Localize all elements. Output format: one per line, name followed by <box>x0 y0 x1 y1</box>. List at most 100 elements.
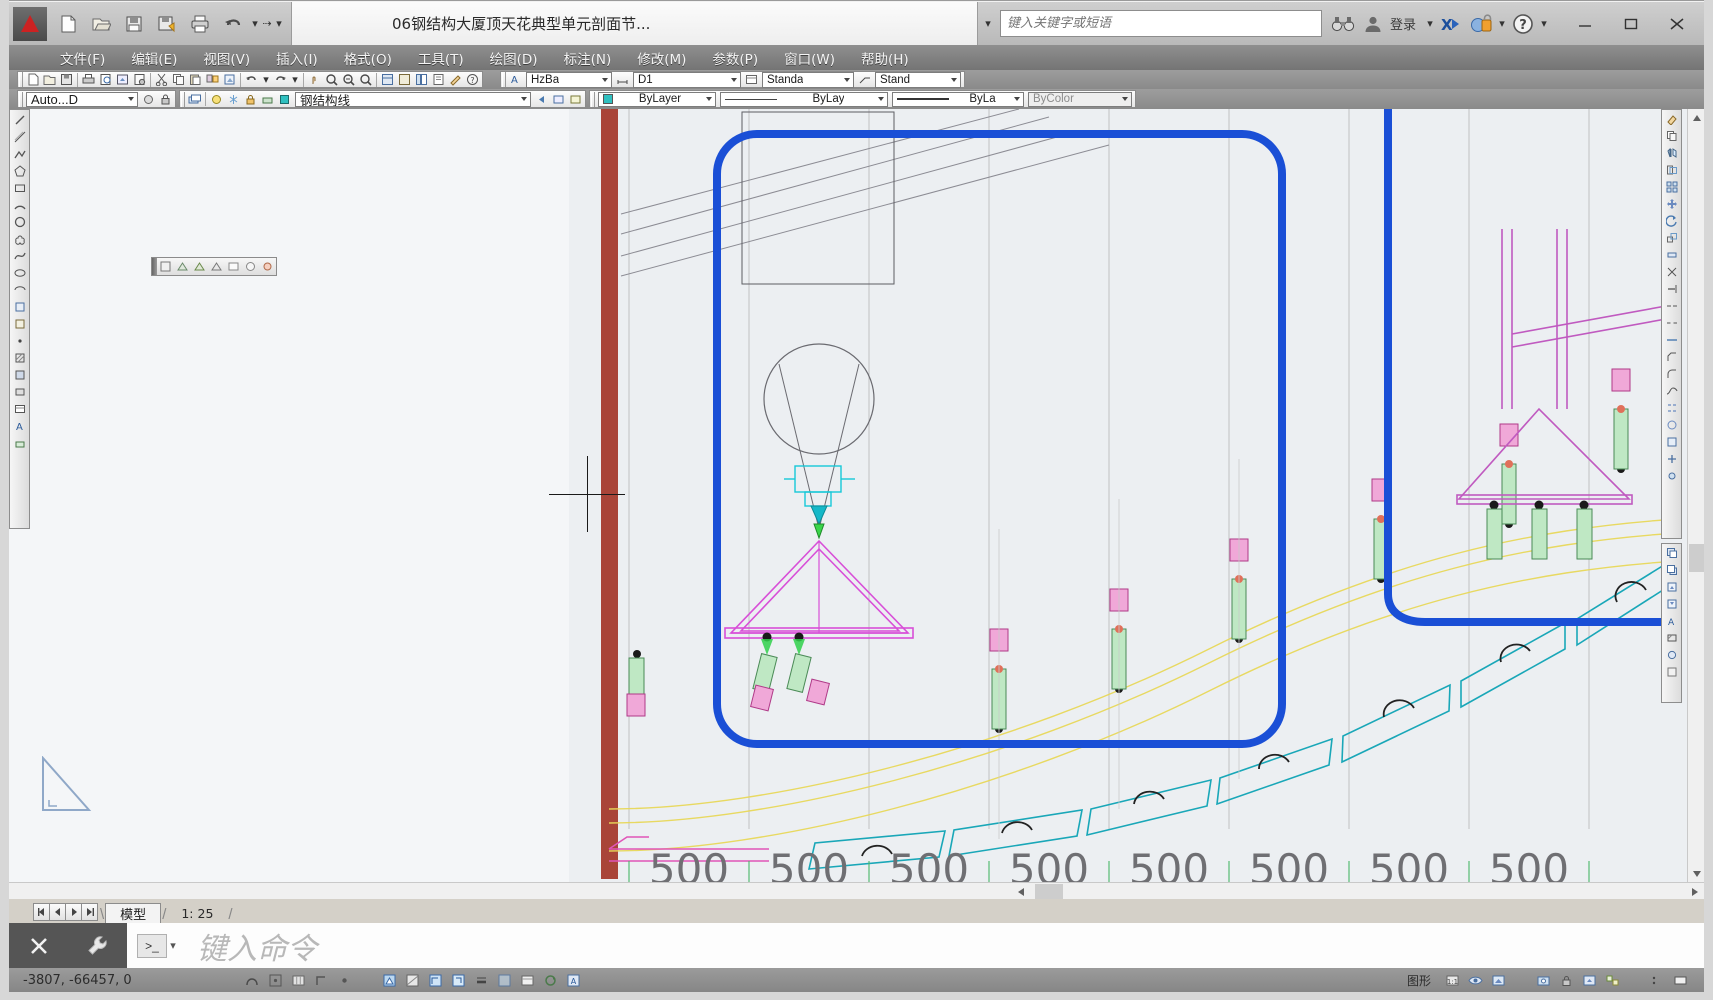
rotate-icon[interactable] <box>1663 212 1681 229</box>
menu-modify[interactable]: 修改(M) <box>624 45 699 71</box>
plotstyle-combo[interactable]: ByColor <box>1028 91 1132 107</box>
addselected-icon[interactable] <box>11 434 29 451</box>
chevron-down-icon[interactable] <box>519 93 528 106</box>
annotation-dots-icon[interactable] <box>1647 970 1668 990</box>
mini-tool-4-icon[interactable] <box>208 258 225 275</box>
circle-icon[interactable] <box>11 213 29 230</box>
plot-icon[interactable] <box>184 8 215 39</box>
canvas-vertical-scrollbar[interactable] <box>1687 109 1704 882</box>
layer-properties-icon[interactable] <box>186 91 203 107</box>
modify-extra-icon[interactable] <box>1663 416 1681 433</box>
hatch-icon[interactable] <box>11 349 29 366</box>
properties-toolbar-grip[interactable] <box>591 91 595 107</box>
command-history-dropdown-icon[interactable]: ▾ <box>167 934 179 958</box>
status-polar[interactable] <box>334 970 355 990</box>
redo-icon[interactable]: ⇢ <box>261 12 273 36</box>
polygon-icon[interactable] <box>11 162 29 179</box>
mtext-icon[interactable]: A <box>11 417 29 434</box>
make-block-icon[interactable] <box>11 315 29 332</box>
layer-plot-icon[interactable] <box>259 91 276 107</box>
erase-icon[interactable] <box>1663 110 1681 127</box>
chevron-down-icon[interactable] <box>1120 93 1129 106</box>
spline-icon[interactable] <box>11 247 29 264</box>
layer-combo[interactable]: 钢结构线 <box>295 91 531 107</box>
bring-to-front-icon[interactable] <box>1663 544 1681 561</box>
layer-make-current-icon[interactable] <box>550 91 567 107</box>
canvas-horizontal-scrollbar[interactable] <box>9 882 1704 899</box>
scroll-right-button[interactable] <box>1685 883 1702 899</box>
chevron-down-icon[interactable] <box>704 93 713 106</box>
mini-tool-3-icon[interactable] <box>191 258 208 275</box>
plot-icon2[interactable] <box>80 72 97 88</box>
send-to-back-icon[interactable] <box>1663 561 1681 578</box>
text-style-icon[interactable]: A <box>507 72 524 88</box>
table-style-icon[interactable] <box>743 72 760 88</box>
menu-view[interactable]: 视图(V) <box>190 45 263 71</box>
extend-icon[interactable] <box>1663 280 1681 297</box>
mini-tool-1-icon[interactable] <box>157 258 174 275</box>
chamfer-icon[interactable] <box>1663 348 1681 365</box>
status-otrack[interactable] <box>402 970 423 990</box>
status-osnap[interactable] <box>379 970 400 990</box>
security-lock-icon[interactable] <box>1466 10 1496 38</box>
toolpalettes-icon[interactable] <box>413 72 430 88</box>
mini-tool-7-icon[interactable] <box>259 258 276 275</box>
mini-tool-6-icon[interactable] <box>242 258 259 275</box>
prev-layout-button[interactable] <box>49 903 66 921</box>
layer-previous-icon[interactable] <box>533 91 550 107</box>
tab-model[interactable]: 模型 <box>105 903 162 923</box>
break-icon[interactable] <box>1663 314 1681 331</box>
fillet-icon[interactable] <box>1663 365 1681 382</box>
mleader-style-combo[interactable]: Stand <box>875 71 961 88</box>
application-menu-button[interactable] <box>13 6 47 41</box>
linetype-combo[interactable]: ByLay <box>720 91 888 107</box>
menu-dimension[interactable]: 标注(N) <box>551 45 625 71</box>
mini-tool-2-icon[interactable] <box>174 258 191 275</box>
next-layout-button[interactable] <box>65 903 82 921</box>
vertical-scroll-thumb[interactable] <box>1689 544 1704 572</box>
send-under-icon[interactable] <box>1663 595 1681 612</box>
qnew-icon[interactable] <box>24 72 41 88</box>
status-selcycling[interactable] <box>540 970 561 990</box>
mirror-icon[interactable] <box>1663 144 1681 161</box>
status-ortho[interactable] <box>311 970 332 990</box>
properties-palette-icon[interactable] <box>379 72 396 88</box>
open-file-icon[interactable] <box>85 8 116 39</box>
modify-extra4-icon[interactable] <box>1663 467 1681 484</box>
help-icon[interactable]: ? <box>1508 10 1538 38</box>
undo-dropdown-icon[interactable]: ▾ <box>249 12 261 36</box>
workspace-switch-icon[interactable] <box>1533 970 1554 990</box>
markup-icon[interactable] <box>447 72 464 88</box>
ellipse-arc-icon[interactable] <box>11 281 29 298</box>
command-input-placeholder[interactable]: 键入命令 <box>197 924 317 968</box>
mini-tool-5-icon[interactable] <box>225 258 242 275</box>
layer-lock-icon[interactable] <box>242 91 259 107</box>
layers-toolbar-grip[interactable] <box>181 91 185 107</box>
zoom-window-icon[interactable] <box>340 72 357 88</box>
menu-tools[interactable]: 工具(T) <box>405 45 477 71</box>
save-icon[interactable] <box>118 8 149 39</box>
rectangle-icon[interactable] <box>11 179 29 196</box>
status-lwt[interactable] <box>471 970 492 990</box>
line-icon[interactable] <box>11 111 29 128</box>
draworder-extra2-icon[interactable] <box>1663 663 1681 680</box>
chevron-down-icon[interactable] <box>126 93 135 106</box>
trim-icon[interactable] <box>1663 263 1681 280</box>
minimize-button[interactable] <box>1562 9 1608 39</box>
matchprop-icon[interactable] <box>204 72 221 88</box>
zoom-previous-icon[interactable] <box>357 72 374 88</box>
scroll-up-button[interactable] <box>1688 109 1704 126</box>
drawing-area[interactable]: 500 500 500 500 500 500 500 500 A A <box>9 109 1704 899</box>
copy-icon[interactable] <box>170 72 187 88</box>
layer-freeze-icon[interactable] <box>225 91 242 107</box>
undo-dropdown-icon2[interactable]: ▾ <box>260 68 272 92</box>
clean-screen-icon[interactable] <box>1670 970 1691 990</box>
layer-color-icon[interactable] <box>276 91 293 107</box>
isolate-objects-icon[interactable] <box>1602 970 1623 990</box>
stretch-icon[interactable] <box>1663 246 1681 263</box>
publish-icon[interactable] <box>114 72 131 88</box>
table-icon[interactable] <box>11 400 29 417</box>
chevron-down-icon[interactable] <box>842 73 851 87</box>
point-icon[interactable] <box>11 332 29 349</box>
menu-parametric[interactable]: 参数(P) <box>699 45 771 71</box>
